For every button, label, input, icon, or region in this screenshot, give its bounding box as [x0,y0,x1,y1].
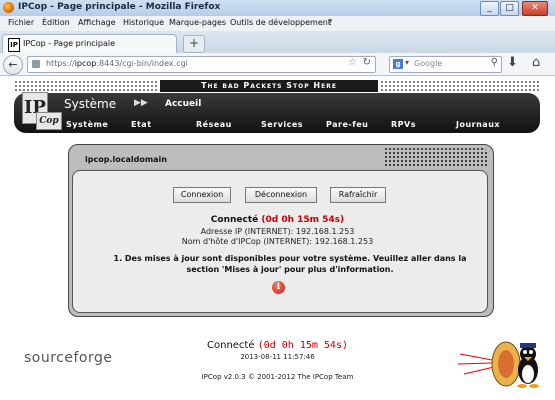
menu-edition[interactable]: Édition [42,18,70,27]
banner-dots-right [380,80,540,92]
nav-pare-feu[interactable]: Pare-feu [326,120,368,129]
reload-icon[interactable]: ↻ [363,57,371,68]
menu-affichage[interactable]: Affichage [78,18,116,27]
close-button[interactable]: ✕ [522,1,548,16]
menu-help[interactable]: ? [328,18,332,27]
window-title: IPCop - Page principale - Mozilla Firefo… [18,2,221,12]
search-input[interactable]: Google [414,59,442,68]
hostname-title: ipcop.localdomain [85,155,167,164]
ipcop-penguin-mascot-icon [458,341,539,388]
menu-historique[interactable]: Historique [123,18,164,27]
nav-reseau[interactable]: Réseau [196,120,232,129]
hostname-line: Nom d'hôte d'IPCop (INTERNET): 192.168.1… [181,237,374,246]
nav-etat[interactable]: Etat [131,120,152,129]
search-bar[interactable]: g ▾ Google ⚲ [389,56,502,73]
ip-address: Adresse IP (INTERNET): 192.168.1.253 [200,227,355,236]
menu-outils-dev[interactable]: Outils de développement [230,18,331,27]
download-icon[interactable]: ⬇ [507,55,518,70]
bookmark-star-icon[interactable]: ☆ [348,57,357,68]
url-text[interactable]: https://ipcop:8443/cgi-bin/index.cgi [46,59,188,68]
lock-icon [32,60,40,68]
ipcop-logo: IP Cop [22,92,62,130]
google-icon[interactable]: g [393,59,403,69]
logo-cop: Cop [36,112,62,130]
firefox-icon [3,2,14,13]
nav-journaux[interactable]: Journaux [456,120,500,129]
nav-rpvs[interactable]: RPVs [391,120,416,129]
new-tab-button[interactable]: + [183,35,205,53]
ipcop-slogan: The bad Packets Stop Here [160,80,378,92]
rafraichir-button[interactable]: Rafraîchir [330,187,386,203]
window-titlebar: IPCop - Page principale - Mozilla Firefo… [0,0,555,17]
breadcrumb-accueil: Accueil [165,99,202,109]
home-icon[interactable]: ⌂ [532,55,540,70]
update-notice: 1. Des mises à jour sont disponibles pou… [113,254,467,274]
menubar: Fichier Édition Affichage Historique Mar… [0,16,555,31]
ipcop-favicon-icon: IP [8,38,20,52]
connexion-button[interactable]: Connexion [173,187,231,203]
panel-dots [384,147,488,167]
double-arrow-icon: ▶▶ [134,98,148,108]
section-title: Système [64,97,117,111]
nav-services[interactable]: Services [261,120,303,129]
back-button[interactable]: ← [3,55,23,75]
engine-dropdown-icon[interactable]: ▾ [405,58,409,67]
minimize-button[interactable]: _ [480,1,499,16]
menu-marque-pages[interactable]: Marque-pages [169,18,226,27]
nav-systeme[interactable]: Système [66,120,108,129]
uptime: (0d 0h 15m 54s) [261,215,345,225]
search-icon[interactable]: ⚲ [491,57,498,68]
info-icon[interactable]: i [272,281,285,294]
footer-uptime: (0d 0h 15m 54s) [257,340,348,351]
menu-fichier[interactable]: Fichier [8,18,34,27]
tab-label: IPCop - Page principale [23,39,116,48]
connection-status: Connecté (0d 0h 15m 54s) [210,215,345,225]
deconnexion-button[interactable]: Déconnexion [245,187,317,203]
banner-dots-left [14,80,158,92]
url-bar[interactable]: https://ipcop:8443/cgi-bin/index.cgi ☆ ↻ [27,56,376,73]
maximize-button[interactable]: □ [500,1,519,16]
tab-ipcop[interactable]: IP IPCop - Page principale [2,34,177,54]
